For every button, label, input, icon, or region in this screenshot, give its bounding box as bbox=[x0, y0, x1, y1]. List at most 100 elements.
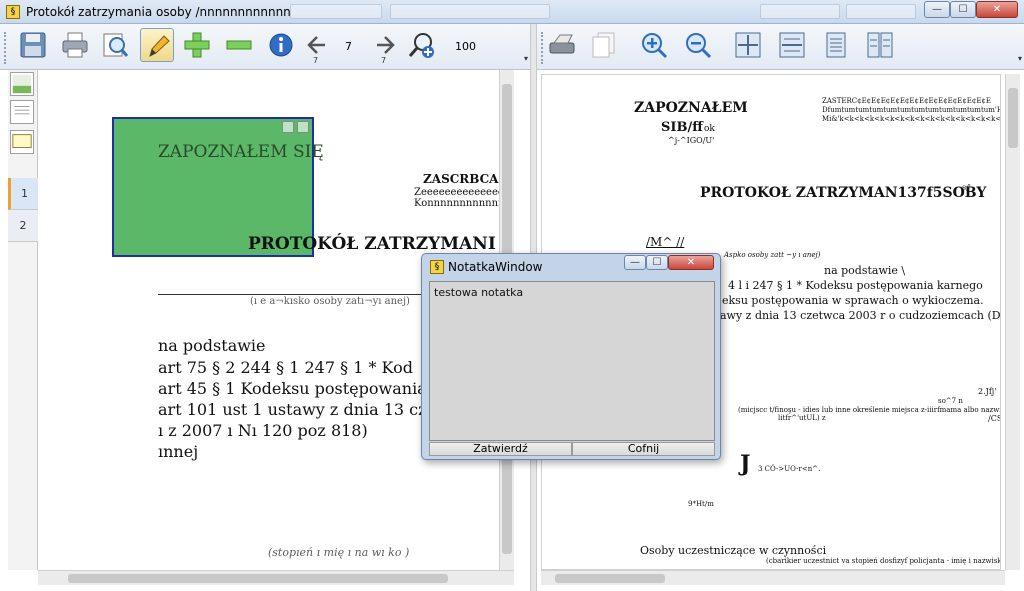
header-line-2: Dfumtumtumtumtumtumtumtumtumtumtumtum'H bbox=[822, 106, 1001, 114]
left-horizontal-scrollbar[interactable] bbox=[38, 570, 514, 585]
caption-2: (stopıeń ı mię ı na wı ko ) bbox=[268, 546, 410, 559]
two-page-icon bbox=[867, 32, 893, 58]
document-copy-icon bbox=[592, 32, 615, 58]
toolbar-grip[interactable] bbox=[541, 32, 544, 64]
next-page-number: 7 bbox=[381, 56, 387, 65]
osoby-note: (cbarikier uczestnict va stopień dosfizy… bbox=[766, 557, 1000, 565]
sidebar-notes-view[interactable] bbox=[10, 130, 34, 154]
save-icon bbox=[20, 32, 46, 58]
copy-page-button[interactable] bbox=[587, 28, 621, 62]
fit-width-button[interactable] bbox=[775, 28, 809, 62]
small-text-4: litfr^'utUL) z bbox=[778, 414, 826, 422]
scan-button[interactable] bbox=[545, 28, 579, 62]
single-page-button[interactable] bbox=[819, 28, 853, 62]
scanner-icon bbox=[549, 34, 575, 54]
legal-line-5: ınnej bbox=[158, 442, 199, 461]
plus-icon bbox=[184, 32, 210, 58]
edit-pencil-button[interactable] bbox=[140, 28, 174, 62]
zoom-in-button[interactable] bbox=[637, 28, 671, 62]
na-podstawie: na podstawie \ bbox=[824, 264, 906, 277]
zoom-in-icon bbox=[642, 33, 668, 59]
sidebar-tab-page-2[interactable]: 2 bbox=[8, 210, 38, 242]
osoby-label: Osoby uczestniczące w czynności bbox=[640, 544, 827, 557]
marker-text: /M^ // bbox=[646, 235, 685, 249]
document-title: PROTOKÓŁ ZATRZYMANI bbox=[248, 234, 496, 254]
add-note-button[interactable] bbox=[180, 28, 214, 62]
image-thumbnail-icon bbox=[12, 74, 32, 94]
confirm-button[interactable]: Zatwierdź bbox=[429, 442, 572, 456]
scrollbar-thumb[interactable] bbox=[1008, 88, 1018, 148]
note-minimize-button[interactable]: — bbox=[624, 255, 646, 270]
caption-1: (ı e a¬kısko osoby zatı¬yı anej) bbox=[250, 296, 410, 307]
background-window-tab bbox=[390, 4, 550, 19]
note-close-button[interactable]: ✕ bbox=[668, 255, 714, 270]
legal-line-4: ı z 2007 ı Nı 120 poz 818) bbox=[158, 421, 368, 440]
zoom-out-button[interactable] bbox=[681, 28, 715, 62]
signature-code-note: ok bbox=[704, 124, 715, 134]
info-button[interactable] bbox=[264, 28, 298, 62]
save-button[interactable] bbox=[16, 28, 50, 62]
legal-line-1: art 75 § 2 244 § 1 247 § 1 * Kod bbox=[158, 358, 413, 377]
small-text-2: so^7 n bbox=[938, 397, 963, 405]
fit-page-icon bbox=[735, 32, 761, 58]
background-window-tab bbox=[760, 4, 840, 19]
marker-note: Aspko osoby zatt ~y ı anej) bbox=[724, 251, 821, 259]
info-icon bbox=[269, 33, 293, 57]
background-window-tab bbox=[846, 4, 916, 19]
cancel-button[interactable]: Cofnij bbox=[572, 442, 715, 456]
zoom-button[interactable] bbox=[404, 28, 438, 62]
header-line-3: Mi&'k<k<k<k<k<k<k<k<k<k<k<k<k<k<k<k<k<k<… bbox=[822, 115, 1001, 123]
preview-button[interactable] bbox=[98, 28, 132, 62]
document-icon bbox=[14, 106, 30, 115]
note-maximize-button[interactable]: ☐ bbox=[646, 255, 668, 270]
minus-icon bbox=[226, 40, 252, 50]
sidebar-document-view[interactable] bbox=[10, 100, 34, 124]
legal-line-2: eksu postępowania w sprawach o wykioczem… bbox=[722, 294, 984, 307]
print-preview-icon bbox=[103, 33, 129, 57]
na-podstawie: na podstawie bbox=[158, 336, 266, 355]
scrollbar-thumb[interactable] bbox=[555, 574, 665, 583]
right-toolbar: ▾ bbox=[537, 24, 1024, 70]
sidebar-thumbnail-view[interactable] bbox=[10, 72, 34, 96]
document-title: PROTOKOŁ ZATRZYMAN137f5SOBY bbox=[700, 185, 987, 201]
signature-subtext: ^j-^IGO/U' bbox=[668, 136, 715, 145]
fit-page-button[interactable] bbox=[731, 28, 765, 62]
remove-note-button[interactable] bbox=[222, 28, 256, 62]
toolbar-overflow[interactable]: ▾ bbox=[524, 54, 528, 63]
toolbar-overflow[interactable]: ▾ bbox=[1018, 54, 1022, 63]
fit-width-icon bbox=[779, 32, 805, 58]
arrow-left-icon bbox=[307, 36, 325, 54]
arrow-right-icon bbox=[377, 36, 395, 54]
document-title-superscript: s/' bbox=[962, 183, 971, 192]
zoom-out-icon bbox=[686, 33, 712, 59]
small-text-5: /CS bbox=[988, 414, 1001, 423]
annotation-edit-icon[interactable] bbox=[297, 121, 309, 133]
thumbnail-sidebar: 1 2 bbox=[8, 70, 38, 570]
note-textarea[interactable]: testowa notatka bbox=[429, 281, 715, 441]
scrollbar-thumb[interactable] bbox=[68, 574, 448, 583]
legal-line-2: art 45 § 1 Kodeksu postępowania bbox=[158, 379, 427, 398]
right-horizontal-scrollbar[interactable] bbox=[541, 570, 1005, 585]
note-window: § NotatkaWindow — ☐ ✕ testowa notatka Za… bbox=[421, 253, 721, 460]
maximize-button[interactable]: ☐ bbox=[950, 1, 976, 18]
zapoznalem-text: ZAPOZNAŁEM bbox=[634, 100, 748, 116]
print-button[interactable] bbox=[58, 28, 92, 62]
zoom-in-icon bbox=[408, 33, 434, 58]
zoom-level: 100 bbox=[455, 40, 476, 53]
header-right: ZASCRBCA bbox=[423, 172, 499, 186]
app-icon: § bbox=[6, 5, 20, 19]
single-page-icon bbox=[826, 32, 846, 58]
window-title: Protokół zatrzymania osoby /nnnnnnnnnnnn bbox=[26, 5, 291, 19]
window-title-bar: § Protokół zatrzymania osoby /nnnnnnnnnn… bbox=[0, 0, 1024, 24]
annotation-resize-icon[interactable] bbox=[282, 121, 294, 133]
right-vertical-scrollbar[interactable] bbox=[1005, 74, 1020, 570]
two-page-button[interactable] bbox=[863, 28, 897, 62]
sidebar-tab-page-1[interactable]: 1 bbox=[8, 178, 38, 210]
legal-line-1: 4 l i 247 § 1 * Kodeksu postępowania kar… bbox=[728, 279, 983, 292]
toolbar-grip[interactable] bbox=[4, 32, 7, 64]
close-button[interactable]: ✕ bbox=[976, 1, 1018, 18]
j-mark: J bbox=[740, 451, 751, 477]
minimize-button[interactable]: — bbox=[924, 1, 950, 18]
header-line-1: ZASTERC¢E¢E¢E¢E¢E¢E¢E¢E¢E¢E¢E¢E¢E¢E bbox=[822, 97, 992, 105]
small-text-6: 9*Ht/m bbox=[688, 500, 714, 508]
